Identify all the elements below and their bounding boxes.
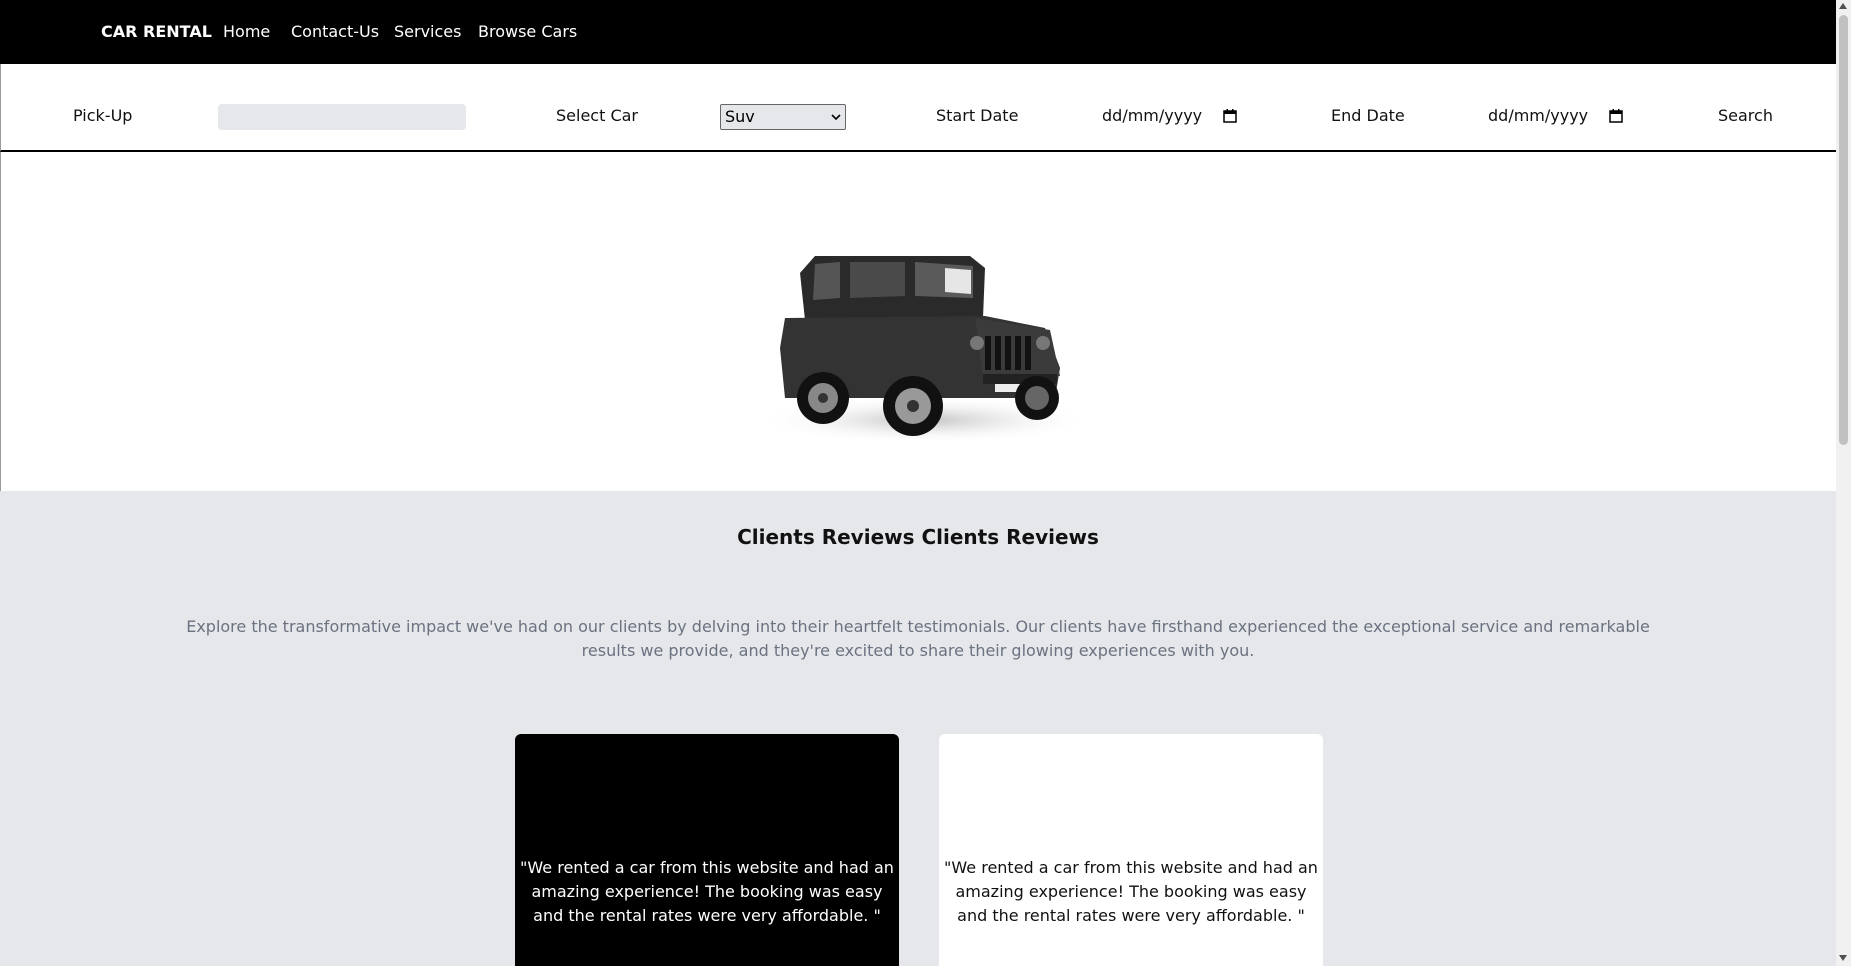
scroll-down-arrow-icon[interactable] bbox=[1839, 955, 1847, 961]
end-date-label: End Date bbox=[1331, 106, 1405, 125]
brand-logo[interactable]: CAR RENTAL bbox=[101, 22, 212, 41]
calendar-icon[interactable] bbox=[1223, 109, 1237, 123]
reviews-title: Clients Reviews Clients Reviews bbox=[737, 525, 1099, 549]
chevron-down-icon bbox=[831, 114, 841, 121]
scroll-up-arrow-icon[interactable] bbox=[1839, 3, 1847, 9]
pickup-label: Pick-Up bbox=[73, 106, 133, 125]
reviews-description: Explore the transformative impact we've … bbox=[186, 617, 1650, 660]
nav-link-home[interactable]: Home bbox=[223, 22, 270, 41]
start-date-input[interactable]: dd/mm/yyyy bbox=[1102, 106, 1202, 125]
pickup-input[interactable] bbox=[218, 104, 466, 130]
search-button[interactable]: Search bbox=[1718, 106, 1773, 125]
review-quote: "We rented a car from this website and h… bbox=[520, 858, 894, 925]
end-date-input[interactable]: dd/mm/yyyy bbox=[1488, 106, 1588, 125]
select-car-label: Select Car bbox=[556, 106, 638, 125]
review-card: "We rented a car from this website and h… bbox=[515, 734, 899, 966]
calendar-icon[interactable] bbox=[1609, 109, 1623, 123]
start-date-label: Start Date bbox=[936, 106, 1019, 125]
search-form: Pick-Up Select Car Suv Start Date dd/mm/… bbox=[0, 64, 1836, 152]
vertical-scrollbar[interactable] bbox=[1836, 0, 1851, 966]
review-card: "We rented a car from this website and h… bbox=[939, 734, 1323, 966]
nav-link-contact[interactable]: Contact-Us bbox=[291, 22, 379, 41]
top-navbar: CAR RENTAL Home Contact-Us Services Brow… bbox=[0, 0, 1836, 64]
page: CAR RENTAL Home Contact-Us Services Brow… bbox=[0, 0, 1836, 966]
car-type-selected: Suv bbox=[725, 107, 755, 126]
scroll-thumb[interactable] bbox=[1839, 15, 1848, 445]
nav-link-browse-cars[interactable]: Browse Cars bbox=[478, 22, 577, 41]
car-type-select[interactable]: Suv bbox=[720, 104, 846, 130]
car-image bbox=[755, 256, 1095, 444]
review-quote: "We rented a car from this website and h… bbox=[944, 858, 1318, 925]
nav-link-services[interactable]: Services bbox=[394, 22, 461, 41]
hero-section bbox=[0, 152, 1836, 491]
reviews-section: Clients Reviews Clients Reviews Explore … bbox=[0, 491, 1836, 966]
